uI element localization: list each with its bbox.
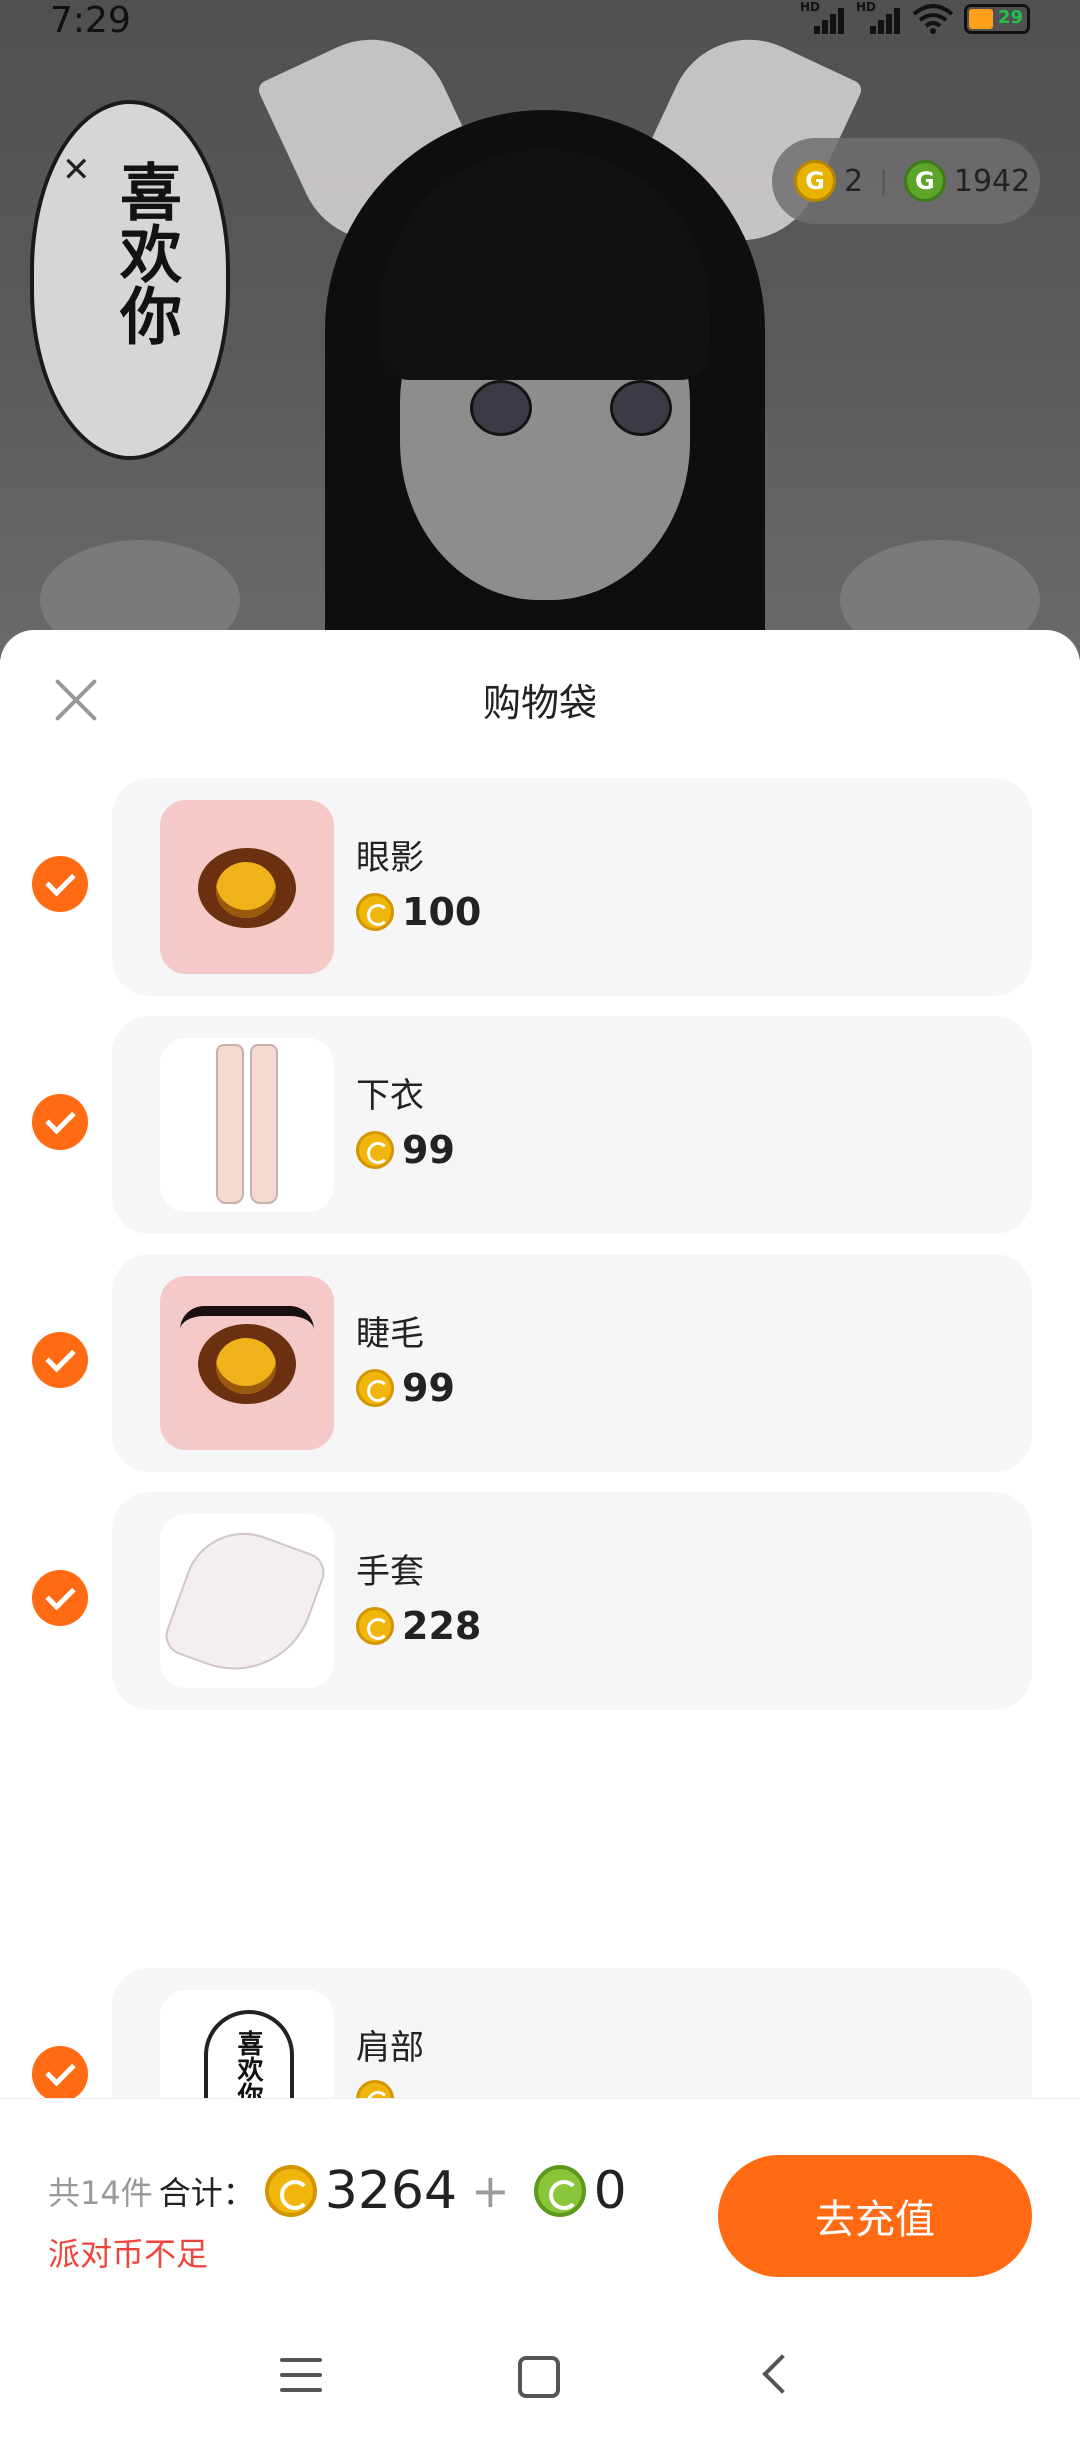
bubble-text: 喜欢你 — [109, 160, 182, 346]
checkbox-checked-icon[interactable] — [32, 856, 88, 912]
green-balance: 1942 — [953, 163, 1031, 199]
item-name: 眼影 — [356, 838, 424, 878]
green-coin-icon: G — [903, 160, 946, 202]
checkbox-checked-icon[interactable] — [32, 1570, 88, 1626]
cart-list[interactable]: 眼影 100 下衣 99 睫毛 99 手套 228 — [0, 778, 1080, 1728]
status-icons: HD HD 29 — [800, 0, 1030, 34]
item-name: 下衣 — [356, 1076, 424, 1116]
checkbox-checked-icon[interactable] — [32, 2046, 88, 2098]
item-price: 228 — [356, 1604, 481, 1648]
back-icon[interactable] — [762, 2354, 802, 2394]
green-coin-icon — [533, 2165, 586, 2217]
gold-balance: 2 — [844, 163, 864, 199]
status-bar: 7:29 HD HD 29 — [0, 0, 1080, 42]
list-item[interactable]: 眼影 100 — [0, 778, 1080, 996]
menu-icon[interactable] — [280, 2358, 322, 2394]
item-card[interactable]: 喜欢你 肩部 — [112, 1968, 1032, 2098]
balance-divider: | — [879, 166, 888, 196]
gold-coin-icon — [356, 1607, 394, 1645]
avatar-scene: ✕ 喜欢你 G 2 | G 1942 7:29 HD HD 29 — [0, 0, 1080, 660]
signal-icon: HD — [856, 0, 902, 34]
gold-total: 3264 — [324, 2161, 458, 2221]
eyelash-thumb — [160, 1276, 334, 1450]
item-name: 肩部 — [356, 2028, 424, 2068]
gold-coin-icon — [356, 2080, 394, 2098]
item-price: 100 — [356, 890, 481, 934]
green-total: 0 — [593, 2161, 627, 2221]
gold-coin-icon — [356, 1131, 394, 1169]
currency-balance[interactable]: G 2 | G 1942 — [772, 138, 1040, 224]
item-price: 99 — [356, 1128, 455, 1172]
list-item[interactable]: 下衣 99 — [0, 1016, 1080, 1234]
checkout-footer: 共14件 合计： 3264 + 0 派对币不足 去充值 — [0, 2098, 1080, 2308]
signal-icon: HD — [800, 0, 846, 34]
avatar-eye-left — [470, 380, 532, 436]
list-overflow: 喜欢你 肩部 — [0, 1968, 1080, 2098]
total-line: 共14件 合计： 3264 + 0 — [48, 2161, 627, 2221]
item-count: 共14件 — [48, 2174, 153, 2212]
total-label: 合计： — [158, 2174, 255, 2212]
bubble-close-icon[interactable]: ✕ — [62, 150, 91, 190]
item-card[interactable]: 眼影 100 — [112, 778, 1032, 996]
recharge-button[interactable]: 去充值 — [718, 2155, 1032, 2277]
gloves-thumb — [160, 1514, 334, 1688]
system-nav-bar — [0, 2308, 1080, 2460]
eyeshadow-thumb — [160, 800, 334, 974]
list-item[interactable]: 喜欢你 肩部 — [0, 1968, 1080, 2098]
item-price: 99 — [356, 1366, 455, 1410]
item-price — [356, 2080, 402, 2098]
battery-icon: 29 — [964, 4, 1030, 34]
gold-coin-icon: G — [794, 160, 836, 202]
insufficient-warning: 派对币不足 — [48, 2235, 209, 2273]
checkbox-checked-icon[interactable] — [32, 1332, 88, 1388]
item-card[interactable]: 下衣 99 — [112, 1016, 1032, 1234]
item-card[interactable]: 手套 228 — [112, 1492, 1032, 1710]
gold-coin-icon — [356, 893, 394, 931]
gold-coin-icon — [264, 2165, 317, 2217]
avatar-eye-right — [610, 380, 672, 436]
status-time: 7:29 — [50, 0, 131, 41]
plus-sign: + — [471, 2164, 510, 2218]
list-item[interactable]: 手套 228 — [0, 1492, 1080, 1710]
bottoms-thumb — [160, 1038, 334, 1212]
list-item[interactable]: 睫毛 99 — [0, 1254, 1080, 1472]
checkbox-checked-icon[interactable] — [32, 1094, 88, 1150]
page-title: 购物袋 — [482, 681, 597, 725]
gold-coin-icon — [356, 1369, 394, 1407]
shoulder-thumb: 喜欢你 — [160, 1990, 334, 2098]
wifi-icon — [912, 4, 954, 34]
home-icon[interactable] — [518, 2356, 560, 2398]
item-name: 手套 — [356, 1552, 424, 1592]
item-name: 睫毛 — [356, 1314, 424, 1354]
item-card[interactable]: 睫毛 99 — [112, 1254, 1032, 1472]
